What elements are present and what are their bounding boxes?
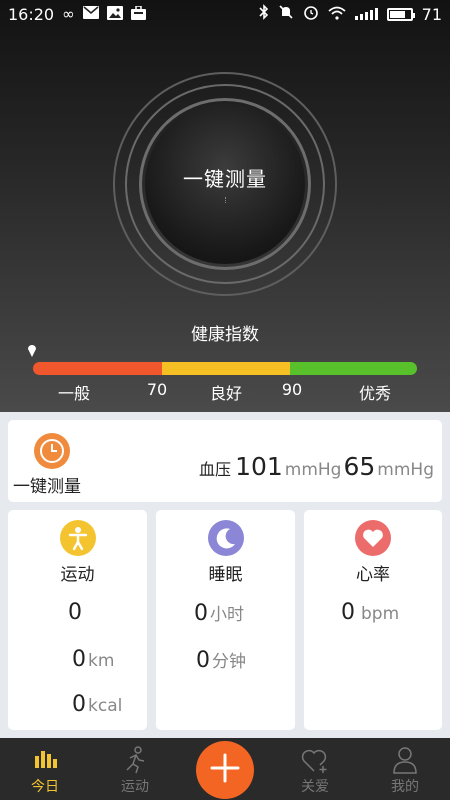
health-segment-average	[33, 362, 162, 375]
health-index-bar	[33, 362, 417, 375]
bp-diastolic: 65	[343, 452, 376, 481]
bar-chart-icon	[32, 746, 58, 774]
health-index-scale: 一般 70 良好 90 优秀	[0, 380, 450, 403]
measure-card-label: 一键测量	[13, 477, 81, 497]
measure-dial: 一键测量	[113, 72, 337, 296]
signal-icon	[354, 8, 378, 20]
nav-item-mine[interactable]: 我的	[360, 738, 450, 800]
sport-calories: 0 kcal	[72, 692, 123, 717]
mute-icon	[278, 4, 294, 24]
sleep-title: 睡眠	[208, 565, 243, 585]
heart-plus-icon	[300, 746, 330, 778]
alarm-icon	[303, 4, 319, 24]
nav-item-care[interactable]: 关爱	[270, 738, 360, 800]
nav-item-sport[interactable]: 运动	[90, 738, 180, 800]
sport-distance: 0 km	[72, 647, 115, 672]
sleep-minutes: 0 分钟	[196, 648, 246, 673]
health-segment-good	[161, 362, 291, 375]
scale-label-average: 一般	[57, 384, 91, 403]
nav-label-sport: 运动	[121, 779, 149, 795]
bp-label: 血压	[199, 460, 232, 479]
bluetooth-icon	[259, 4, 269, 24]
bp-systolic: 101	[235, 452, 283, 481]
health-index-title: 健康指数	[191, 325, 259, 345]
one-key-measure-button[interactable]: 一键测量	[145, 104, 305, 264]
image-icon	[106, 5, 123, 23]
sport-steps: 0	[68, 600, 82, 625]
user-icon	[392, 746, 418, 778]
battery-icon	[386, 7, 415, 21]
status-bar: 16:20 ∞ 71	[0, 0, 450, 28]
scale-label-excellent: 优秀	[358, 384, 392, 403]
measure-card[interactable]: 一键测量 血压 101 mmHg 65 mmHg	[8, 420, 442, 502]
health-segment-excellent	[290, 362, 417, 375]
header-panel: 16:20 ∞ 71 一键测量 健康指数 一般 70 良好 90 优秀	[0, 0, 450, 412]
add-button[interactable]	[196, 741, 254, 799]
sport-title: 运动	[60, 565, 95, 585]
bp-systolic-unit: mmHg	[284, 460, 342, 480]
scale-threshold-70: 70	[146, 380, 168, 399]
clock-icon	[34, 433, 70, 469]
sleep-card[interactable]: 睡眠 0 小时 0 分钟	[156, 510, 295, 730]
dial-indicator	[225, 197, 227, 203]
heart-rate-card[interactable]: 心率 0 bpm	[304, 510, 442, 730]
nav-label-mine: 我的	[391, 779, 419, 795]
heart-icon	[355, 520, 391, 556]
briefcase-icon	[130, 4, 146, 23]
sleep-hours: 0 小时	[194, 601, 244, 626]
plus-icon	[209, 752, 241, 788]
bp-diastolic-unit: mmHg	[377, 460, 434, 480]
scale-label-good: 良好	[209, 384, 243, 403]
status-time: 16:20	[8, 4, 55, 24]
mail-icon	[82, 6, 99, 22]
infinity-icon: ∞	[62, 4, 75, 23]
battery-level: 71	[421, 4, 442, 24]
nav-item-today[interactable]: 今日	[0, 738, 90, 800]
wifi-icon	[328, 5, 346, 24]
person-icon	[59, 520, 96, 556]
health-index-marker-icon	[28, 345, 36, 357]
nav-label-today: 今日	[31, 779, 59, 795]
heart-rate-title: 心率	[356, 565, 390, 585]
moon-icon	[207, 520, 244, 556]
runner-icon	[122, 746, 148, 778]
heart-rate-bpm: 0 bpm	[341, 600, 400, 625]
blood-pressure-reading: 血压 101 mmHg 65 mmHg	[199, 452, 436, 481]
nav-label-care: 关爱	[301, 779, 329, 795]
measure-button-label: 一键测量	[183, 166, 267, 191]
scale-threshold-90: 90	[281, 380, 303, 399]
sport-card[interactable]: 运动 0 0 km 0 kcal	[8, 510, 147, 730]
